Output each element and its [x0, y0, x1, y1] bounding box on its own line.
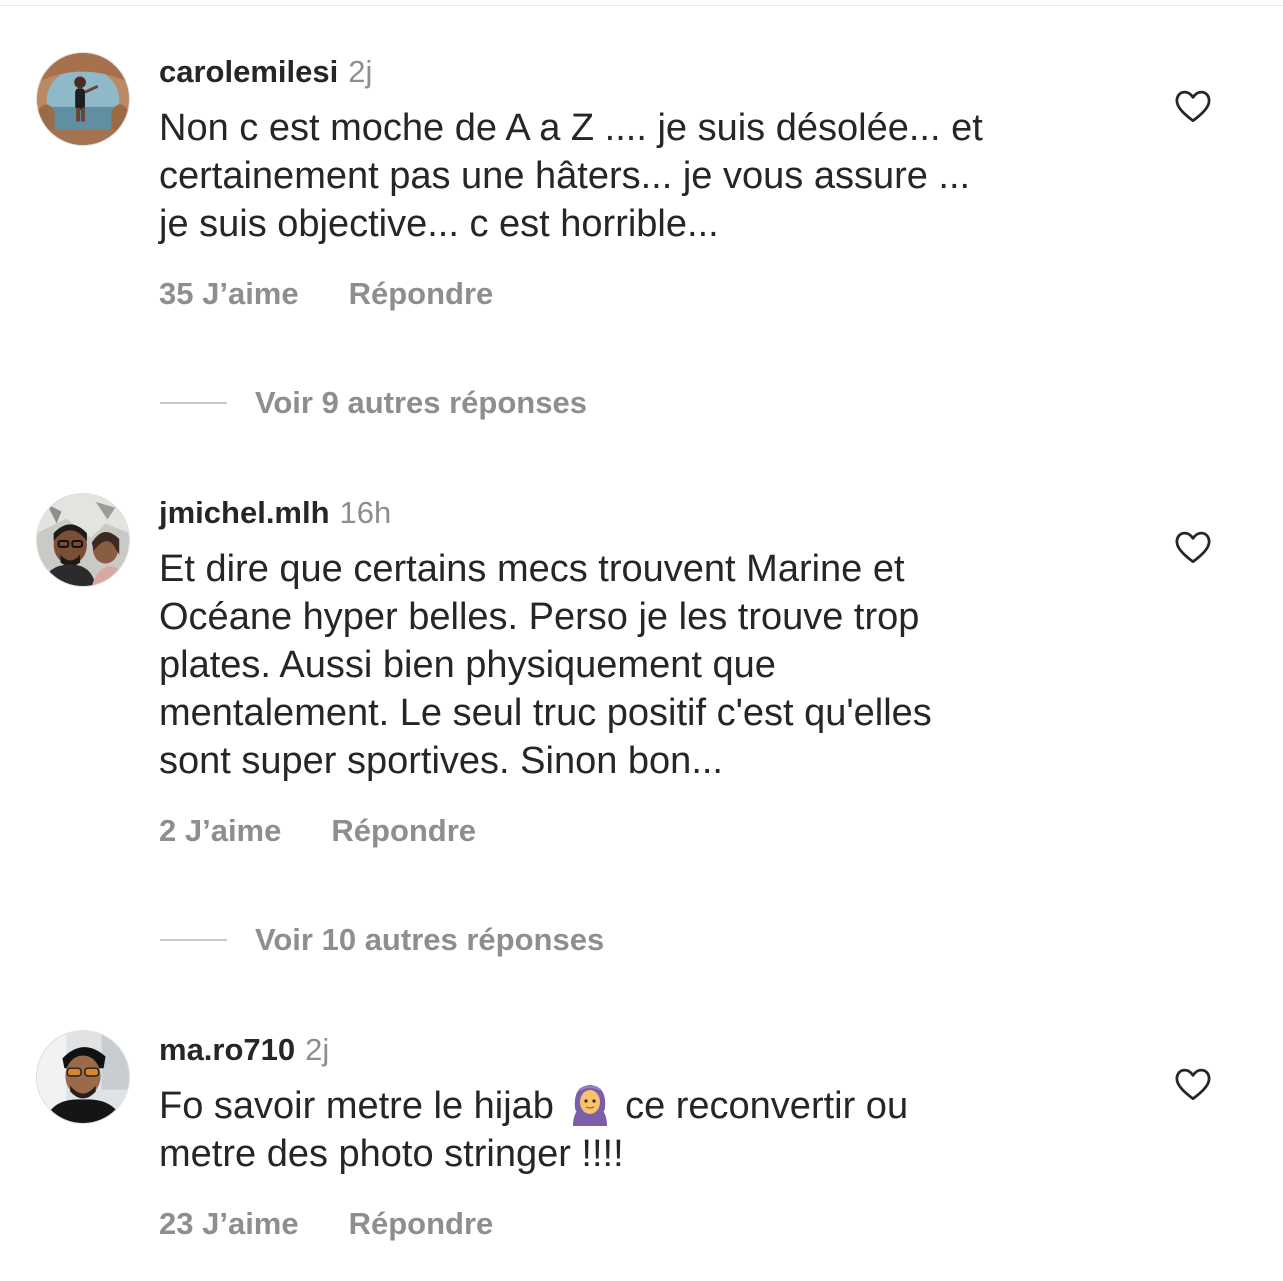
avatar[interactable] [36, 493, 130, 587]
like-count[interactable]: 35 J’aime [159, 276, 299, 311]
username[interactable]: jmichel.mlh [159, 495, 330, 530]
avatar-photo-beach [37, 53, 129, 145]
avatar[interactable] [36, 52, 130, 146]
username[interactable]: ma.ro710 [159, 1032, 295, 1067]
timestamp: 2j [348, 54, 373, 89]
heart-icon[interactable] [1174, 1067, 1212, 1101]
comment-text-line: certainement pas une hâters... je vous a… [159, 155, 971, 197]
view-replies-button[interactable]: Voir 9 autres réponses [160, 383, 587, 423]
username[interactable]: carolemilesi [159, 54, 338, 89]
comment-text-line: je suis objective... c est horrible... [159, 203, 719, 245]
comment-text-line: plates. Aussi bien physiquement que [159, 644, 776, 686]
replies-divider-line [160, 939, 227, 941]
heart-icon[interactable] [1174, 89, 1212, 123]
view-replies-label: Voir 9 autres réponses [255, 385, 587, 420]
reply-button[interactable]: Répondre [349, 276, 494, 311]
like-count[interactable]: 2 J’aime [159, 813, 281, 848]
comment-text-segment: Fo savoir metre le hijab [159, 1085, 554, 1127]
like-count[interactable]: 23 J’aime [159, 1206, 299, 1241]
view-replies-label: Voir 10 autres réponses [255, 922, 605, 957]
avatar[interactable] [36, 1030, 130, 1124]
comment-text-line: Fo savoir metre le hijab ce reconvertir … [159, 1082, 1119, 1130]
comment-header: carolemilesi 2j [159, 52, 372, 92]
reply-button[interactable]: Répondre [349, 1206, 494, 1241]
comment-text-line: Non c est moche de A a Z .... je suis dé… [159, 107, 983, 149]
comment-text: Et dire que certains mecs trouvent Marin… [159, 545, 1119, 785]
heart-icon[interactable] [1174, 530, 1212, 564]
timestamp: 16h [339, 495, 392, 530]
comment-text-line: Et dire que certains mecs trouvent Marin… [159, 548, 905, 590]
comment-text-segment: ce reconvertir ou [625, 1085, 909, 1127]
view-replies-button[interactable]: Voir 10 autres réponses [160, 920, 604, 960]
comment-text-line: metre des photo stringer !!!! [159, 1133, 624, 1175]
comment-text-line: mentalement. Le seul truc positif c'est … [159, 692, 932, 734]
comment-actions: 35 J’aime Répondre [159, 274, 493, 314]
woman-with-headscarf-emoji [569, 1082, 611, 1126]
comment-text-line: Océane hyper belles. Perso je les trouve… [159, 596, 920, 638]
avatar-photo-couple [37, 494, 129, 586]
avatar-photo-man-sunglasses [37, 1031, 129, 1123]
timestamp: 2j [305, 1032, 330, 1067]
comment-text: Non c est moche de A a Z .... je suis dé… [159, 104, 1119, 248]
top-divider [0, 5, 1283, 6]
comment-actions: 23 J’aime Répondre [159, 1204, 493, 1244]
comment-actions: 2 J’aime Répondre [159, 811, 476, 851]
comment-header: jmichel.mlh 16h [159, 493, 391, 533]
comment-text-line: sont super sportives. Sinon bon... [159, 740, 723, 782]
replies-divider-line [160, 402, 227, 404]
comment-text: Fo savoir metre le hijab ce reconvertir … [159, 1082, 1119, 1178]
reply-button[interactable]: Répondre [331, 813, 476, 848]
comment-header: ma.ro710 2j [159, 1030, 329, 1070]
